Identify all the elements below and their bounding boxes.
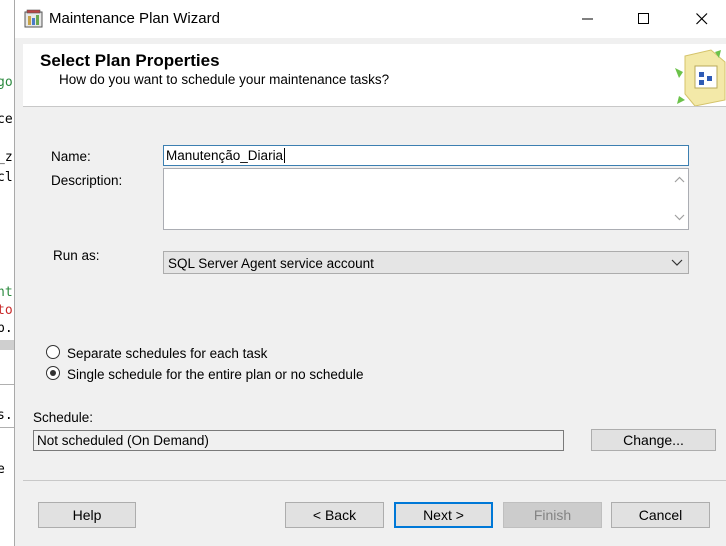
finish-button[interactable]: Finish [503, 502, 602, 528]
bg-code-fragment: e [0, 462, 5, 477]
minimize-button[interactable] [565, 0, 611, 38]
schedule-value: Not scheduled (On Demand) [37, 433, 209, 448]
wizard-header: Select Plan Properties How do you want t… [23, 44, 726, 107]
cancel-button[interactable]: Cancel [611, 502, 710, 528]
maximize-button[interactable] [621, 0, 667, 38]
single-schedule-radio[interactable] [46, 366, 60, 380]
runas-label: Run as: [53, 248, 100, 263]
change-schedule-label: Change... [623, 432, 684, 448]
back-button-label: < Back [312, 507, 357, 523]
minimize-icon [582, 18, 593, 20]
title-bar: Maintenance Plan Wizard [15, 0, 726, 38]
scroll-arrows-icon [674, 176, 685, 221]
bg-code-fragment: to [0, 303, 13, 318]
close-icon [696, 13, 708, 25]
bg-code-fragment: nt [0, 285, 13, 300]
schedule-label: Schedule: [33, 410, 94, 425]
wizard-window: Maintenance Plan Wizard Select Plan Prop… [14, 0, 726, 546]
wizard-banner-icon [675, 49, 726, 106]
bg-code-fragment: _z [0, 150, 13, 165]
close-button[interactable] [679, 0, 725, 38]
name-field[interactable]: Manutenção_Diaria [163, 145, 689, 166]
bg-code-fragment: go [0, 75, 13, 90]
help-button[interactable]: Help [38, 502, 136, 528]
bg-code-fragment: ce [0, 112, 13, 127]
maximize-icon [638, 13, 649, 24]
description-label: Description: [51, 173, 123, 188]
background-editor-strip: go ce _z cl nt to p. s. e [0, 0, 14, 546]
bg-scrollbar [0, 340, 14, 350]
separate-schedules-radio[interactable] [46, 345, 60, 359]
name-label: Name: [51, 149, 91, 164]
bg-code-fragment: s. [0, 408, 13, 423]
footer-divider [23, 480, 726, 481]
app-icon [24, 9, 43, 28]
page-subtitle: How do you want to schedule your mainten… [59, 72, 390, 87]
chevron-down-icon [671, 259, 683, 266]
runas-selected-value: SQL Server Agent service account [168, 256, 374, 271]
change-schedule-button[interactable]: Change... [591, 429, 716, 451]
bg-divider [0, 384, 14, 385]
bg-code-fragment: p. [0, 321, 13, 336]
runas-dropdown[interactable]: SQL Server Agent service account [163, 251, 689, 274]
description-scrollbar[interactable] [671, 169, 688, 229]
window-title: Maintenance Plan Wizard [49, 10, 220, 27]
text-caret [284, 148, 286, 163]
separate-schedules-label[interactable]: Separate schedules for each task [67, 346, 267, 361]
cancel-button-label: Cancel [638, 507, 683, 523]
finish-button-label: Finish [533, 507, 572, 523]
schedule-display: Not scheduled (On Demand) [33, 430, 564, 451]
description-field[interactable] [163, 168, 689, 230]
name-field-value: Manutenção_Diaria [166, 148, 284, 163]
help-button-label: Help [72, 507, 102, 523]
back-button[interactable]: < Back [285, 502, 384, 528]
single-schedule-label[interactable]: Single schedule for the entire plan or n… [67, 367, 363, 382]
page-title: Select Plan Properties [40, 51, 220, 70]
bg-divider [0, 427, 14, 428]
bg-code-fragment: cl [0, 170, 13, 185]
next-button-label: Next > [423, 507, 464, 523]
next-button[interactable]: Next > [394, 502, 493, 528]
